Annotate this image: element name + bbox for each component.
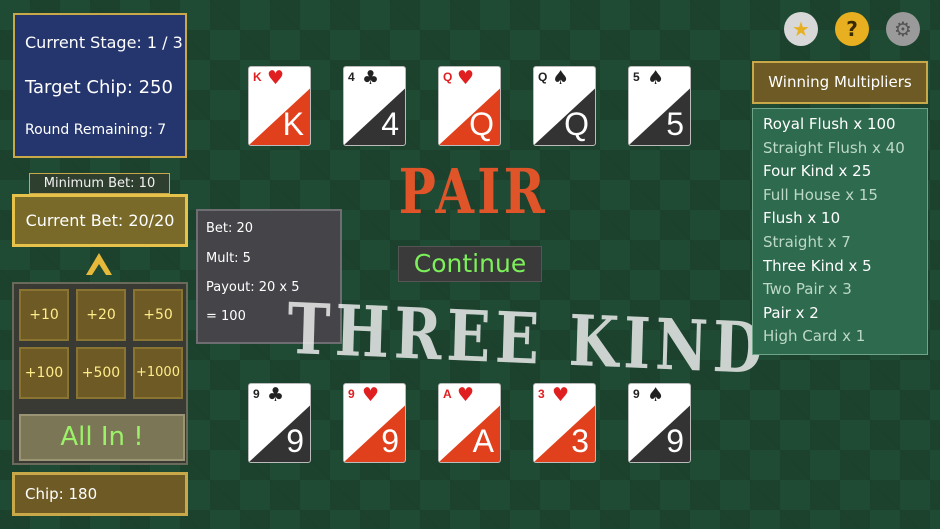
multiplier-item: Pair x 2 <box>763 303 819 322</box>
add-50-button[interactable]: +50 <box>133 289 183 341</box>
multiplier-item: Straight x 7 <box>763 233 851 251</box>
calc-mult: Mult: 5 <box>206 251 251 266</box>
multiplier-item: Full House x 15 <box>763 185 878 204</box>
help-icon[interactable]: ? <box>835 12 869 46</box>
card-suit-icon: ♥ <box>552 384 570 406</box>
card-rank-large: Q <box>469 106 494 142</box>
card-rank-corner: 9 <box>253 387 260 401</box>
card-rank-corner: 3 <box>538 387 545 401</box>
card-rank-corner: Q <box>443 70 453 84</box>
multipliers-title: Winning Multipliers <box>752 61 928 104</box>
card-rank-large: 3 <box>571 423 589 459</box>
player-card: 3 ♥ 3 <box>533 383 596 463</box>
card-rank-large: 5 <box>666 106 684 142</box>
current-bet-display: Current Bet: 20/20 <box>12 194 188 247</box>
card-rank-corner: A <box>443 387 452 401</box>
current-stage: Current Stage: 1 / 3 <box>25 33 183 52</box>
player-card: 9 ♥ 9 <box>343 383 406 463</box>
card-suit-icon: ♥ <box>457 384 475 406</box>
gear-icon[interactable]: ⚙ <box>886 12 920 46</box>
card-rank-corner: 9 <box>633 387 640 401</box>
add-10-button[interactable]: +10 <box>19 289 69 341</box>
all-in-button[interactable]: All In ! <box>19 414 185 461</box>
card-rank-large: 9 <box>381 423 399 459</box>
multipliers-list: Royal Flush x 100 Straight Flush x 40 Four… <box>752 108 928 355</box>
player-hand-result: THREE KIND <box>286 286 769 391</box>
card-suit-icon: ♥ <box>457 67 475 89</box>
card-rank-large: Q <box>564 106 589 142</box>
add-20-button[interactable]: +20 <box>76 289 126 341</box>
card-rank-corner: 4 <box>348 70 355 84</box>
add-1000-button[interactable]: +1000 <box>133 347 183 399</box>
star-icon[interactable]: ★ <box>784 12 818 46</box>
calc-result: = 100 <box>206 309 246 324</box>
dealer-card: Q ♥ Q <box>438 66 501 146</box>
multiplier-item: Four Kind x 25 <box>763 162 872 181</box>
card-suit-icon: ♥ <box>267 67 285 89</box>
card-suit-icon: ♠ <box>552 67 570 89</box>
multiplier-item: Three Kind x 5 <box>763 256 872 275</box>
card-suit-icon: ♣ <box>362 67 380 89</box>
card-rank-corner: Q <box>538 70 548 84</box>
player-card: 9 ♣ 9 <box>248 383 311 463</box>
continue-button[interactable]: Continue <box>398 246 542 282</box>
dealer-hand-result: PAIR <box>398 155 548 228</box>
calc-payout: Payout: 20 x 5 <box>206 280 300 295</box>
minimum-bet-label: Minimum Bet: 10 <box>29 173 170 194</box>
dealer-card: K ♥ K <box>248 66 311 146</box>
card-suit-icon: ♥ <box>362 384 380 406</box>
add-500-button[interactable]: +500 <box>76 347 126 399</box>
target-chip: Target Chip: 250 <box>25 77 173 98</box>
card-suit-icon: ♠ <box>647 67 665 89</box>
card-suit-icon: ♣ <box>267 384 285 406</box>
card-rank-large: 9 <box>286 423 304 459</box>
card-rank-large: 4 <box>381 106 399 142</box>
chip-total: Chip: 180 <box>12 472 188 516</box>
arrow-up-icon-inner <box>92 264 106 275</box>
card-rank-corner: 9 <box>348 387 355 401</box>
dealer-card: 4 ♣ 4 <box>343 66 406 146</box>
multiplier-item: Royal Flush x 100 <box>763 115 896 133</box>
card-rank-large: 9 <box>666 423 684 459</box>
card-suit-icon: ♠ <box>647 384 665 406</box>
stage-panel: Current Stage: 1 / 3 Target Chip: 250 Ro… <box>13 13 187 158</box>
card-rank-large: K <box>282 106 304 142</box>
chip-buttons-panel: +10 +20 +50 +100 +500 +1000 All In ! <box>12 282 188 465</box>
calc-bet: Bet: 20 <box>206 221 254 236</box>
player-card: 9 ♠ 9 <box>628 383 691 463</box>
multiplier-item: Flush x 10 <box>763 209 841 228</box>
dealer-card: Q ♠ Q <box>533 66 596 146</box>
player-card: A ♥ A <box>438 383 501 463</box>
multiplier-item: Straight Flush x 40 <box>763 138 905 157</box>
add-100-button[interactable]: +100 <box>19 347 69 399</box>
multiplier-item: Two Pair x 3 <box>763 280 852 299</box>
round-remaining: Round Remaining: 7 <box>25 122 167 138</box>
card-rank-large: A <box>472 423 494 459</box>
dealer-card: 5 ♠ 5 <box>628 66 691 146</box>
card-rank-corner: 5 <box>633 70 640 84</box>
multiplier-item: High Card x 1 <box>763 327 866 346</box>
card-rank-corner: K <box>253 70 262 84</box>
